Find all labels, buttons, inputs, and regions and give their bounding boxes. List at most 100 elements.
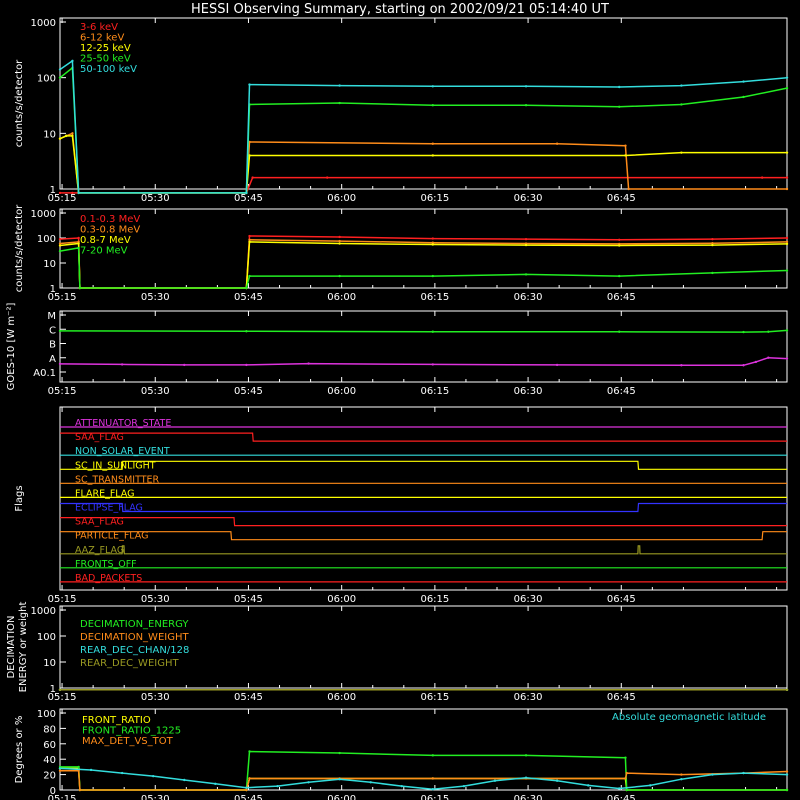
series-point xyxy=(742,771,745,775)
series-point xyxy=(431,274,435,278)
legend-entry: 0.1-0.3 MeV xyxy=(80,214,140,225)
figure-title: HESSI Observing Summary, starting on 200… xyxy=(191,2,609,17)
series-point xyxy=(524,776,528,779)
series-point xyxy=(71,132,74,135)
series-point xyxy=(338,235,341,239)
y-tick-label: C xyxy=(49,325,56,336)
series-point xyxy=(431,142,435,145)
legend-entry: DECIMATION_WEIGHT xyxy=(80,632,189,643)
time-tick-label: 06:15 xyxy=(420,692,449,703)
time-tick-label: 06:15 xyxy=(420,292,449,303)
series-point xyxy=(624,154,627,157)
figure-background xyxy=(0,0,800,800)
flag-label: ATTENUATOR_STATE xyxy=(75,418,171,429)
series-point xyxy=(785,151,789,154)
series-point xyxy=(58,244,62,247)
legend-entry: 3-6 keV xyxy=(80,22,118,33)
series-point xyxy=(785,788,789,792)
series-point xyxy=(431,104,435,107)
series-point xyxy=(431,363,435,366)
time-tick-label: 05:30 xyxy=(141,193,170,204)
series-point xyxy=(555,779,559,782)
series-point xyxy=(77,765,80,769)
flag-label: NON_SOLAR_EVENT xyxy=(75,446,170,457)
series-point xyxy=(524,237,528,241)
series-point xyxy=(767,330,770,333)
series-point xyxy=(785,240,789,244)
time-tick-label: 06:45 xyxy=(607,794,636,800)
series-point xyxy=(767,356,770,359)
y-axis-label-line1: DECIMATION xyxy=(6,615,17,678)
series-point xyxy=(618,105,621,108)
series-point xyxy=(338,101,341,105)
flag-label: FLARE_FLAG xyxy=(75,488,135,499)
series-point xyxy=(58,237,62,241)
time-tick-label: 06:30 xyxy=(514,692,543,703)
series-point xyxy=(785,242,789,246)
series-point xyxy=(248,234,251,238)
series-point xyxy=(245,363,248,367)
series-point xyxy=(58,688,62,692)
y-tick-label: 60 xyxy=(43,740,56,751)
series-point xyxy=(65,134,68,138)
series-point xyxy=(248,750,251,753)
series-point xyxy=(711,243,714,247)
time-tick-label: 06:00 xyxy=(327,692,356,703)
time-tick-label: 05:45 xyxy=(234,193,263,204)
y-tick-label: 1 xyxy=(50,684,56,695)
series-point xyxy=(251,176,254,179)
series-point xyxy=(431,754,435,757)
time-tick-label: 05:45 xyxy=(234,292,263,303)
y-axis-label: Flags xyxy=(14,485,25,511)
series-point xyxy=(785,357,789,360)
series-point xyxy=(680,364,683,367)
time-tick-label: 06:00 xyxy=(327,386,356,397)
series-point xyxy=(785,269,789,272)
series-point xyxy=(785,770,789,773)
time-tick-label: 06:45 xyxy=(607,594,636,605)
series-point xyxy=(307,781,310,784)
series-point xyxy=(431,777,435,780)
legend-entry: FRONT_RATIO xyxy=(82,715,151,726)
y-tick-label: M xyxy=(47,311,56,322)
time-tick-label: 06:30 xyxy=(514,386,543,397)
y-tick-label: 20 xyxy=(43,771,56,782)
series-point xyxy=(785,86,789,90)
legend-entry: 6-12 keV xyxy=(80,33,124,44)
flag-label: SAA_FLAG xyxy=(75,432,124,443)
series-point xyxy=(524,754,528,757)
series-point xyxy=(431,243,435,246)
legend-entry: MAX_DET_VS_TOT xyxy=(82,736,174,747)
series-point xyxy=(760,176,764,179)
time-tick-label: 06:00 xyxy=(327,594,356,605)
series-point xyxy=(618,244,621,247)
legend-entry: REAR_DEC_CHAN/128 xyxy=(80,645,189,656)
flag-label: SC_TRANSMITTER xyxy=(75,474,160,485)
y-tick-label: 100 xyxy=(37,632,56,643)
series-point xyxy=(524,243,528,247)
time-tick-label: 05:15 xyxy=(48,594,77,605)
series-point xyxy=(58,249,62,253)
series-point xyxy=(742,364,745,367)
series-point xyxy=(58,191,62,195)
series-point xyxy=(369,781,372,784)
series-point xyxy=(618,787,621,790)
y-tick-label: 1 xyxy=(50,284,56,295)
series-point xyxy=(555,363,559,367)
series-point xyxy=(649,784,652,787)
y-axis-label: counts/s/detector xyxy=(14,59,25,147)
series-point xyxy=(785,773,789,776)
flag-label: BAD_PACKETS xyxy=(75,573,142,584)
series-point xyxy=(742,80,745,83)
series-point xyxy=(625,771,628,775)
flag-label: FRONTS_OFF xyxy=(75,559,137,570)
flag-label: SC_IN_SUNLIGHT xyxy=(75,460,156,471)
series-point xyxy=(524,104,528,107)
series-point xyxy=(307,362,310,365)
series-point xyxy=(338,239,341,243)
y-tick-label: 10 xyxy=(43,259,56,270)
series-point xyxy=(248,154,251,157)
time-tick-label: 06:00 xyxy=(327,193,356,204)
y-tick-label: 1000 xyxy=(31,18,56,29)
series-point xyxy=(431,237,435,240)
